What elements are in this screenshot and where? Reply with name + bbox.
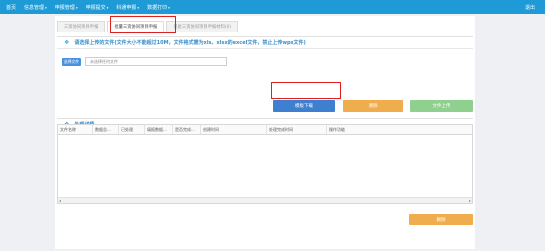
caret-down-icon: ▾ <box>106 5 109 10</box>
upload-section-header: ❖ 请选择上传的文件(文件大小不能超过10M，文件格式需为xls、xlsx的ex… <box>57 36 473 49</box>
tab-approved-materials[interactable]: 已批三资协同项目申报材料(0) <box>166 21 238 32</box>
caret-down-icon: ▾ <box>75 5 78 10</box>
main-panel: 三资协同项目申报 批量三资协同项目申报 已批三资协同项目申报材料(0) ❖ 请选… <box>55 16 475 249</box>
upload-row: 选择文件 未选择任何文件 <box>62 57 227 66</box>
delete-button[interactable]: 删除 <box>409 214 473 225</box>
file-name-field[interactable]: 未选择任何文件 <box>85 57 227 66</box>
upload-section-title: 请选择上传的文件(文件大小不能超过10M，文件格式需为xls、xlsx的exce… <box>74 40 306 46</box>
top-navbar: 首页 信息管理▾ 申报管理▾ 申报提交▾ 科通申报▾ 数据打印▾ 退出 <box>0 0 545 14</box>
column-header[interactable]: 数据总... <box>92 125 118 134</box>
scroll-left-icon[interactable]: ◂ <box>59 198 61 203</box>
tab-label: 三资协同项目申报 <box>64 25 99 30</box>
nav-item-data-print[interactable]: 数据打印▾ <box>147 4 170 11</box>
nav-item-home[interactable]: 首页 <box>6 4 16 11</box>
nav-item-declare-submit[interactable]: 申报提交▾ <box>86 4 109 11</box>
table-body <box>58 135 472 197</box>
result-table: 文件名称 数据总... 已处理 填报数据... 是否完成... 创建时间 处理完… <box>57 124 473 204</box>
nav-item-info-management[interactable]: 信息管理▾ <box>24 4 47 11</box>
nav-item-declare-management[interactable]: 申报管理▾ <box>55 4 78 11</box>
tab-bar: 三资协同项目申报 批量三资协同项目申报 已批三资协同项目申报材料(0) <box>57 18 240 32</box>
file-upload-button[interactable]: 文件上传 <box>410 100 473 112</box>
column-header[interactable]: 创建时间 <box>200 125 266 134</box>
column-header[interactable]: 是否完成... <box>172 125 200 134</box>
nav-label: 申报管理 <box>54 4 75 11</box>
caret-down-icon: ▾ <box>45 5 47 10</box>
clear-button[interactable]: 清除 <box>343 100 403 112</box>
tab-label: 批量三资协同项目申报 <box>114 25 158 30</box>
caret-down-icon: ▾ <box>137 5 140 10</box>
tab-label: 已批三资协同项目申报材料(0) <box>173 25 231 30</box>
nav-label: 科通申报 <box>116 4 137 11</box>
nav-label: 数据打印 <box>147 4 168 11</box>
nav-label: 首页 <box>6 4 17 11</box>
column-header[interactable]: 填报数据... <box>144 125 172 134</box>
table-header: 文件名称 数据总... 已处理 填报数据... 是否完成... 创建时间 处理完… <box>58 125 472 135</box>
column-header[interactable]: 处理完成时间 <box>266 125 326 134</box>
choose-file-button[interactable]: 选择文件 <box>62 57 81 66</box>
tab-single-declare[interactable]: 三资协同项目申报 <box>57 21 106 32</box>
column-header[interactable]: 文件名称 <box>58 125 92 134</box>
scroll-right-icon[interactable]: ▸ <box>469 198 471 203</box>
column-header[interactable]: 操作功能 <box>326 125 472 134</box>
nav-label: 申报提交 <box>85 4 106 11</box>
caret-down-icon: ▾ <box>168 5 170 10</box>
nav-label: 信息管理 <box>24 4 45 11</box>
column-header[interactable]: 已处理 <box>118 125 144 134</box>
template-download-button[interactable]: 模板下载 <box>273 100 335 112</box>
exit-link[interactable]: 退出 <box>525 4 535 11</box>
tab-batch-declare[interactable]: 批量三资协同项目申报 <box>107 21 165 32</box>
nav-item-tech-declare[interactable]: 科通申报▾ <box>116 4 139 11</box>
horizontal-scrollbar[interactable]: ◂ ▸ <box>58 197 472 203</box>
diamond-icon: ❖ <box>64 39 70 46</box>
